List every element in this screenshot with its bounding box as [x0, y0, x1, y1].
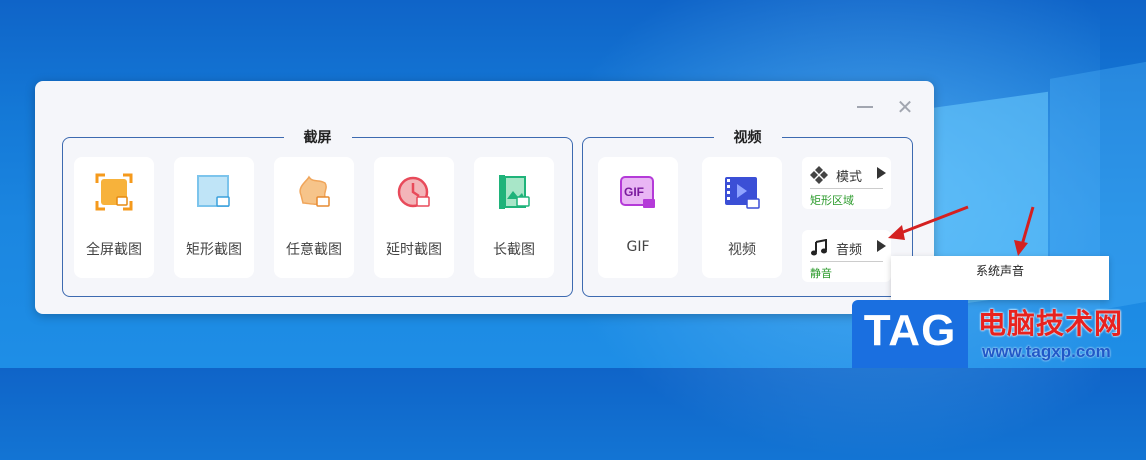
- annotation-arrowhead-audio: [888, 225, 905, 240]
- site-watermark: TAG 电脑技术网 www.tagxp.com: [852, 300, 1146, 368]
- watermark-url: www.tagxp.com: [982, 342, 1111, 361]
- annotation-arrow-audio: [897, 205, 969, 236]
- watermark-logo: TAG: [852, 300, 968, 368]
- annotation-arrowhead-menu: [1014, 240, 1028, 256]
- watermark-site-name: 电脑技术网: [978, 307, 1124, 340]
- annotation-arrow-menu: [1020, 206, 1035, 246]
